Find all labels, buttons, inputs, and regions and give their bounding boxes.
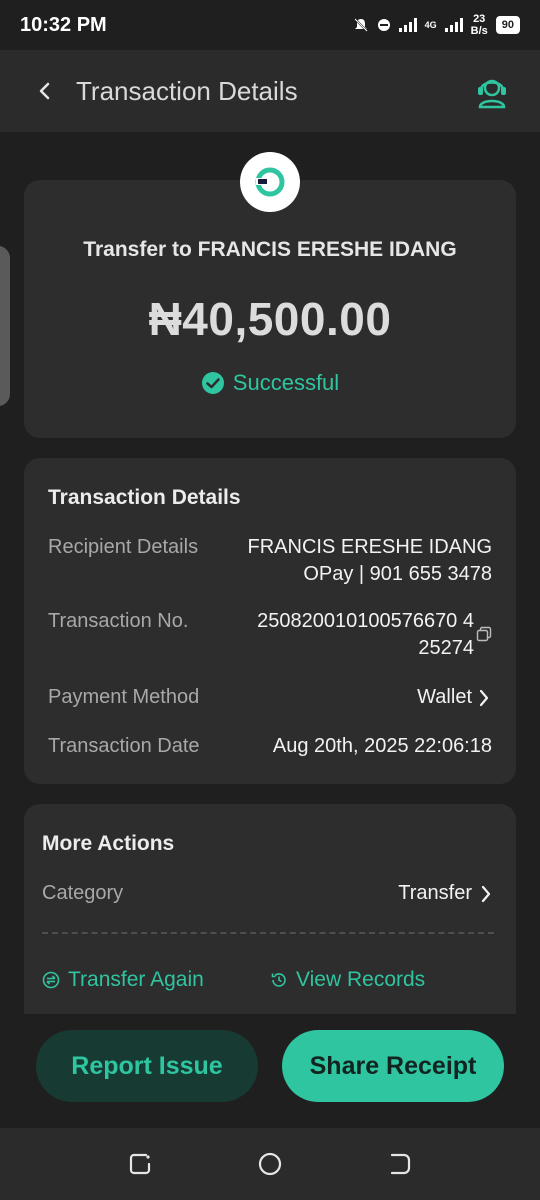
payment-method-label: Payment Method (48, 686, 200, 708)
more-actions-card: More Actions Category Transfer Transfer … (24, 804, 516, 1014)
headset-icon (478, 79, 506, 109)
chevron-right-icon[interactable] (480, 884, 492, 904)
chevron-right-icon[interactable] (478, 688, 490, 708)
transfer-icon (42, 971, 60, 989)
transaction-details-card: Transaction Details Recipient Details FR… (24, 458, 516, 784)
page-title: Transaction Details (76, 75, 298, 106)
history-icon (271, 973, 286, 987)
payment-method-value[interactable]: Wallet (417, 684, 472, 711)
customer-support-button[interactable] (472, 71, 512, 111)
home-icon[interactable] (256, 1150, 284, 1178)
signal-icon (398, 18, 417, 32)
view-records-button[interactable]: View Records (270, 968, 425, 992)
transaction-date-value: Aug 20th, 2025 22:06:18 (272, 735, 492, 757)
back-button[interactable] (28, 74, 62, 108)
recent-apps-icon[interactable] (126, 1150, 154, 1178)
transaction-date-label: Transaction Date (48, 735, 200, 757)
chevron-left-icon (39, 82, 50, 100)
summary-card: Transfer to FRANCIS ERESHE IDANG ₦40,500… (24, 180, 516, 438)
recipient-details-label: Recipient Details (48, 536, 199, 558)
opay-logo (240, 152, 300, 212)
content-area[interactable]: Transfer to FRANCIS ERESHE IDANG ₦40,500… (0, 132, 540, 1014)
details-heading: Transaction Details (48, 486, 241, 509)
system-nav-bar (0, 1128, 540, 1200)
actions-heading: More Actions (42, 832, 175, 855)
divider (42, 932, 494, 934)
category-value[interactable]: Transfer (398, 880, 472, 907)
status-icons: 4G 23 B/s 90 (353, 13, 520, 37)
opay-logo-icon (255, 167, 285, 197)
status-text: Successful (232, 370, 340, 395)
view-records-label: View Records (296, 968, 426, 991)
transaction-no-label: Transaction No. (48, 610, 189, 632)
back-nav-icon[interactable] (386, 1150, 414, 1178)
signal-2-icon (444, 18, 463, 32)
report-issue-button[interactable]: Report Issue (36, 1030, 258, 1102)
net-speed: 23 B/s (470, 13, 488, 37)
bottom-action-bar: Report Issue Share Receipt (0, 1014, 540, 1128)
category-label: Category (42, 882, 124, 904)
transfer-again-button[interactable]: Transfer Again (42, 968, 204, 992)
status-time: 10:32 PM (20, 13, 107, 36)
transfer-amount: ₦40,500.00 (148, 293, 392, 345)
network-gen: 4G (424, 20, 437, 30)
recipient-details-value: FRANCIS ERESHE IDANG OPay | 901 655 3478 (247, 536, 492, 585)
dnd-icon (377, 19, 390, 31)
transaction-no-value[interactable]: 250820010100576670 4 25274 (257, 608, 474, 662)
transfer-again-label: Transfer Again (68, 968, 204, 991)
copy-icon[interactable] (476, 626, 492, 642)
mute-icon (353, 18, 368, 32)
status-bar: 10:32 PM 4G 23 B/s 90 (0, 0, 540, 50)
side-drawer-handle[interactable] (0, 246, 10, 406)
app-header: Transaction Details (0, 50, 540, 132)
status-badge: Successful (24, 370, 516, 396)
check-circle-icon (201, 372, 224, 394)
battery-icon: 90 (495, 16, 520, 34)
share-receipt-button[interactable]: Share Receipt (282, 1030, 504, 1102)
transfer-title: Transfer to FRANCIS ERESHE IDANG (83, 238, 457, 261)
